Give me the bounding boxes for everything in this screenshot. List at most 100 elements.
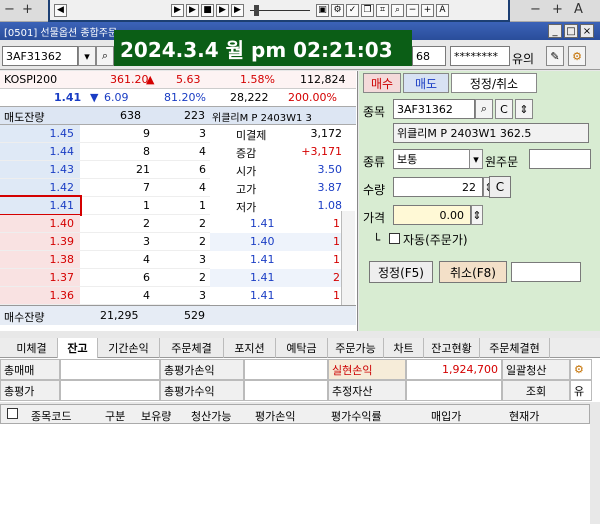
stop-icon[interactable]: ■ [201, 3, 214, 17]
tick-row: 1.41 1 [210, 251, 348, 269]
row-price[interactable]: 1.39 [0, 233, 80, 250]
ask-row[interactable]: 1.43 21 6 [0, 161, 210, 179]
grid-header-cell[interactable]: 보유량 [141, 408, 171, 424]
qty-select[interactable]: 68 [412, 46, 446, 66]
order-qty-field[interactable]: 22 [393, 177, 483, 197]
auto-price-checkbox[interactable] [389, 233, 400, 244]
ask-row[interactable]: 1.41 1 1 [0, 195, 210, 216]
bottom-tab[interactable]: 예탁금 [276, 338, 328, 358]
camera-icon[interactable]: ▣ [316, 3, 329, 17]
link-icon[interactable]: C [495, 99, 513, 119]
text-a-icon[interactable]: A [436, 3, 449, 17]
bottom-tab[interactable]: 주문체결현 [480, 338, 550, 358]
plus-icon-right[interactable]: + [552, 2, 563, 17]
info-label: 고가 [236, 183, 257, 196]
slider-knob[interactable] [254, 4, 259, 16]
extra-button[interactable]: 유 [570, 380, 592, 401]
ask-row[interactable]: 1.45 9 3 [0, 125, 210, 143]
timeline-slider[interactable] [250, 4, 310, 17]
info-row: 저가 1.08 [210, 197, 348, 215]
grid-header-cell[interactable]: 평가손익 [255, 408, 295, 424]
select-all-checkbox[interactable] [7, 408, 18, 419]
plus-zoom-icon[interactable]: + [421, 3, 434, 17]
bottom-tab[interactable]: 주문체결 [160, 338, 224, 358]
close-button[interactable]: × [580, 24, 594, 38]
grid-header-cell[interactable]: 평가수익률 [331, 408, 382, 424]
step-icon[interactable]: ▶ [171, 3, 184, 17]
tab-buy[interactable]: 매수 [363, 73, 401, 93]
bid-row[interactable]: 1.39 3 2 [0, 233, 210, 251]
gear-icon[interactable]: ⚙ [331, 3, 344, 17]
play-icon[interactable]: ▶ [186, 3, 199, 17]
grid-header-cell[interactable]: 현재가 [509, 408, 539, 424]
maximize-button[interactable]: □ [564, 24, 578, 38]
price-spin-icon[interactable]: ⇕ [471, 205, 483, 225]
row-price[interactable]: 1.45 [0, 125, 80, 142]
order-price-field[interactable]: 0.00 [393, 205, 471, 225]
minus-icon-right[interactable]: − [530, 2, 541, 17]
check-icon[interactable]: ✓ [346, 3, 359, 17]
liquidate-gear-icon[interactable]: ⚙ [570, 359, 592, 380]
bottom-tab[interactable]: 잔고현황 [424, 338, 480, 358]
row-price[interactable]: 1.40 [0, 215, 80, 232]
bottom-tab[interactable]: 포지션 [224, 338, 276, 358]
minimize-button[interactable]: _ [548, 24, 562, 38]
grid-header-cell[interactable]: 청산가능 [191, 408, 231, 424]
eraser-icon[interactable]: ✎ [546, 46, 564, 66]
liquidate-all-button[interactable]: 일괄청산 [502, 359, 570, 380]
end-icon[interactable]: ▶ [231, 3, 244, 17]
extra-field[interactable] [511, 262, 581, 282]
bid-row[interactable]: 1.40 2 2 [0, 215, 210, 233]
copy-icon[interactable]: ❐ [361, 3, 374, 17]
bid-row[interactable]: 1.38 4 3 [0, 251, 210, 269]
cancel-button[interactable]: 취소(F8) [439, 261, 507, 283]
font-a-icon[interactable]: A [574, 2, 583, 17]
modify-button[interactable]: 정정(F5) [369, 261, 433, 283]
password-field[interactable]: ******** [450, 46, 510, 66]
tick-scrollbar[interactable] [341, 211, 355, 305]
zoom-icon[interactable]: ⌕ [391, 3, 404, 17]
ask-row[interactable]: 1.44 8 4 [0, 143, 210, 161]
prev-icon[interactable]: ◀ [54, 3, 67, 17]
bottom-tab[interactable]: 차트 [384, 338, 424, 358]
bid-row[interactable]: 1.36 4 3 [0, 287, 210, 305]
search-icon[interactable]: ⌕ [96, 46, 114, 66]
order-search-icon[interactable]: ⌕ [475, 99, 493, 119]
row-price[interactable]: 1.38 [0, 251, 80, 268]
bottom-tab[interactable]: 미체결 [6, 338, 58, 358]
row-price[interactable]: 1.37 [0, 269, 80, 286]
bottom-tab[interactable]: 잔고 [58, 338, 98, 358]
crop-icon[interactable]: ⌗ [376, 3, 389, 17]
spin-icon[interactable]: ⇕ [515, 99, 533, 119]
tick-row: 1.41 2 [210, 269, 348, 287]
query-button[interactable]: 조회 [502, 380, 570, 401]
grid-header-cell[interactable]: 구분 [105, 408, 125, 424]
account-code-field[interactable]: 3AF31362 [2, 46, 78, 66]
tab-sell[interactable]: 매도 [403, 73, 449, 93]
bottom-tab[interactable]: 주문가능 [328, 338, 384, 358]
row-qty: 8 [143, 145, 150, 158]
row-price[interactable]: 1.36 [0, 287, 80, 304]
total-eval-rate-label: 총평가수익 [160, 380, 244, 401]
grid-header-cell[interactable]: 종목코드 [31, 408, 71, 424]
c-button[interactable]: C [489, 176, 511, 198]
orig-order-field[interactable] [529, 149, 591, 169]
dropdown-icon[interactable]: ▾ [78, 46, 96, 66]
next-icon[interactable]: ▶ [216, 3, 229, 17]
plus-icon[interactable]: + [22, 2, 33, 17]
bid-row[interactable]: 1.37 6 2 [0, 269, 210, 287]
grid-header-cell[interactable]: 매입가 [431, 408, 461, 424]
row-price[interactable]: 1.42 [0, 179, 80, 196]
bottom-tab[interactable]: 기간손익 [98, 338, 160, 358]
minus-icon[interactable]: − [4, 2, 15, 17]
row-price[interactable]: 1.41 [0, 195, 82, 216]
row-price[interactable]: 1.44 [0, 143, 80, 160]
order-code-field[interactable]: 3AF31362 [393, 99, 475, 119]
row-price[interactable]: 1.43 [0, 161, 80, 178]
settings-gear-icon[interactable]: ⚙ [568, 46, 586, 66]
info-label: 저가 [236, 201, 257, 214]
type-dropdown-icon[interactable]: ▾ [469, 149, 483, 169]
ask-row[interactable]: 1.42 7 4 [0, 179, 210, 197]
minus-zoom-icon[interactable]: − [406, 3, 419, 17]
tab-modify-cancel[interactable]: 정정/취소 [451, 73, 537, 93]
